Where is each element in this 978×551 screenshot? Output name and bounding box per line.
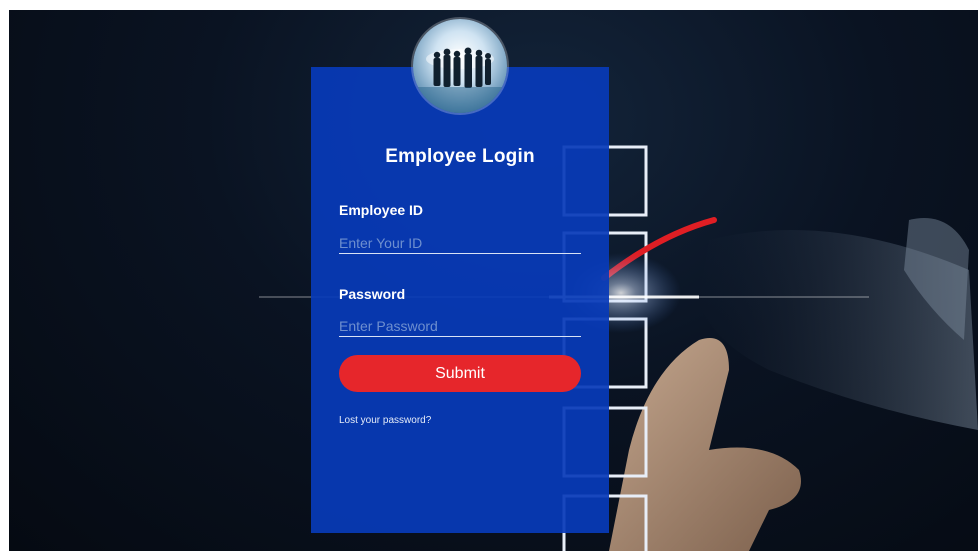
employee-id-label: Employee ID bbox=[339, 202, 424, 218]
business-people-icon bbox=[413, 19, 507, 113]
employee-id-input[interactable] bbox=[339, 232, 581, 254]
page: Employee Login Employee ID Password Subm… bbox=[0, 0, 978, 551]
lost-password-link[interactable]: Lost your password? bbox=[339, 415, 431, 426]
password-label: Password bbox=[339, 286, 406, 302]
submit-button[interactable]: Submit bbox=[339, 355, 581, 392]
page-title: Employee Login bbox=[385, 146, 535, 167]
password-input[interactable] bbox=[339, 315, 581, 337]
